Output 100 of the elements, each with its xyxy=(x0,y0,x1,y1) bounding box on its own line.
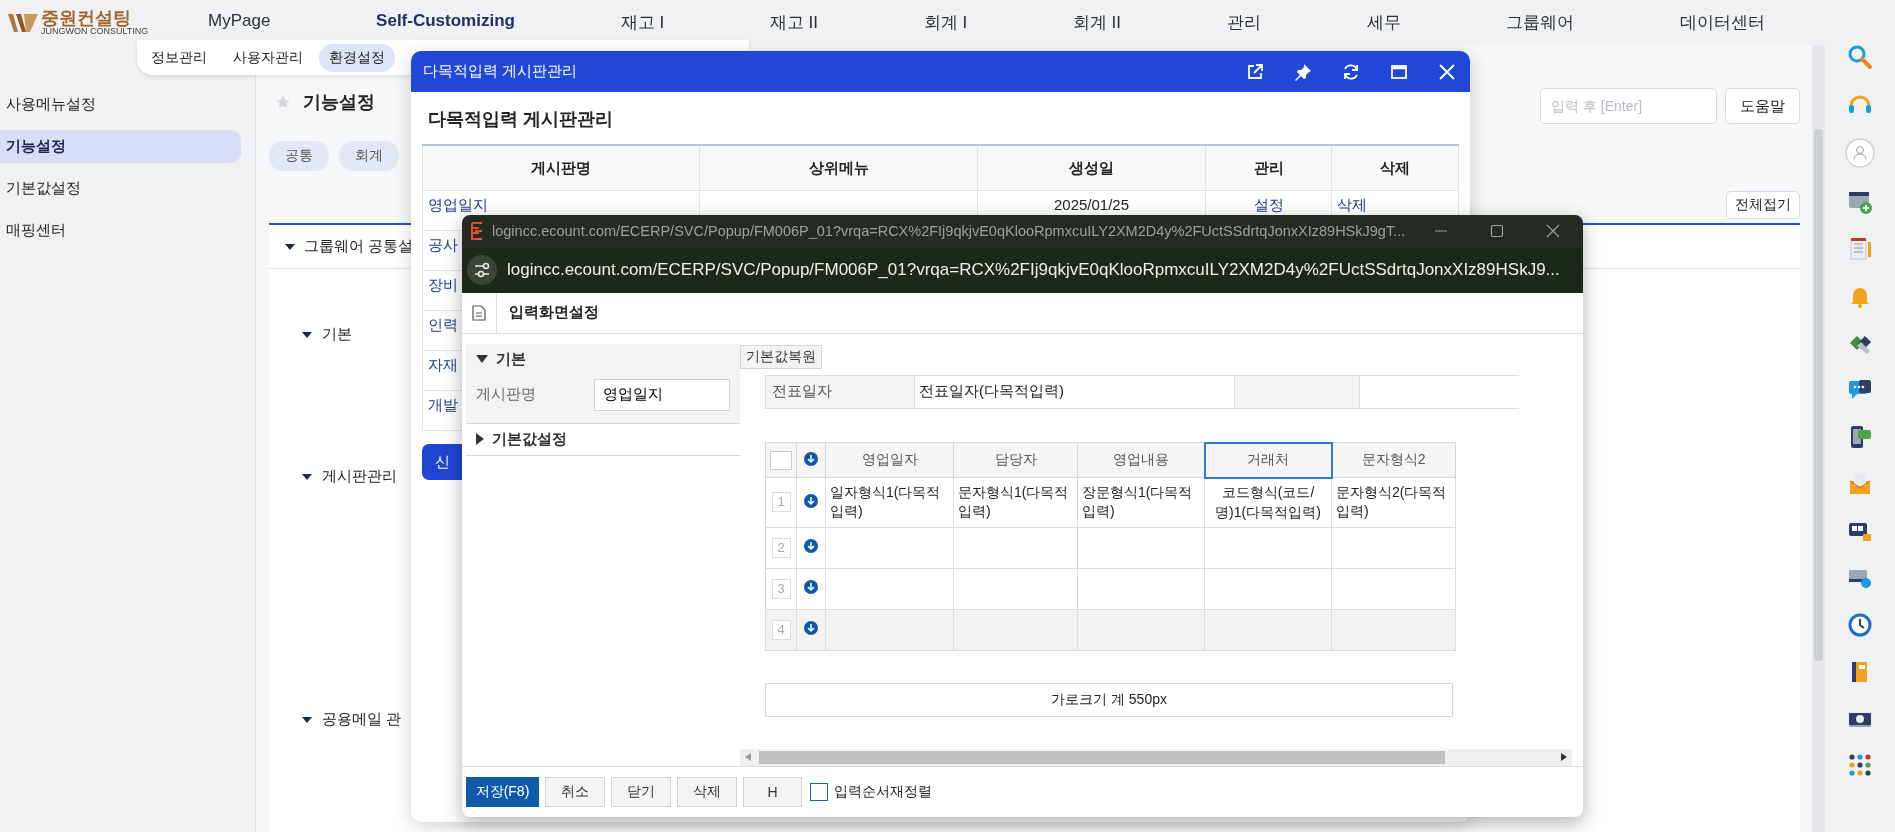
grid-cell: 문자형식1(다목적입력) xyxy=(958,483,1069,520)
board-name-link[interactable]: 개발 xyxy=(428,396,458,413)
section-toggle[interactable] xyxy=(285,242,295,251)
column-header: 생성일 xyxy=(977,145,1206,191)
column-header[interactable]: 영업일자 xyxy=(825,442,954,478)
down-arrow-icon[interactable] xyxy=(804,493,818,508)
section-title: 그룹웨어 공통설 xyxy=(304,237,414,256)
sidebar-item[interactable]: 매핑센터 xyxy=(0,214,241,247)
refresh-icon[interactable] xyxy=(1342,62,1360,81)
submenu-item[interactable]: 환경설정 xyxy=(319,43,395,72)
dialog-title: 다목적입력 게시판관리 xyxy=(423,62,578,81)
board-name-link[interactable]: 공사 xyxy=(428,236,458,253)
row-number: 2 xyxy=(771,537,791,558)
collapse-all-button[interactable]: 전체접기 xyxy=(1726,191,1800,219)
nav-item[interactable]: 세무 xyxy=(1366,11,1401,34)
board-name-link[interactable]: 영업일지 xyxy=(428,196,488,213)
column-header: 상위메뉴 xyxy=(699,145,978,191)
close-icon[interactable] xyxy=(1545,223,1561,240)
scrollbar[interactable] xyxy=(1812,45,1825,832)
nav-item[interactable]: 관리 xyxy=(1226,11,1261,34)
logo-icon xyxy=(8,11,38,34)
restore-defaults-button[interactable]: 기본값복원 xyxy=(740,344,822,369)
notepad-icon[interactable] xyxy=(1847,236,1873,262)
checkbox-label: 입력순서재정렬 xyxy=(834,782,932,801)
nav-item[interactable]: 재고 I xyxy=(620,11,665,34)
search-field[interactable]: 입력 후 [Enter] xyxy=(1540,88,1717,124)
popup-heading: 입력화면설정 xyxy=(508,303,599,323)
page-title: 기능설정 xyxy=(303,91,375,114)
nav-item[interactable]: 회계 I xyxy=(923,11,968,34)
apps-icon[interactable] xyxy=(1848,753,1872,777)
footer-button[interactable]: 닫기 xyxy=(611,776,671,807)
select-all-checkbox[interactable] xyxy=(770,450,792,470)
subsection-title: 공용메일 관 xyxy=(322,710,402,729)
scrollbar[interactable] xyxy=(740,748,1572,766)
submenu-item[interactable]: 정보관리 xyxy=(141,43,217,72)
board-name-link[interactable]: 자재 xyxy=(428,356,458,373)
down-arrow-icon[interactable] xyxy=(804,539,818,554)
external-link-icon[interactable] xyxy=(1246,62,1264,81)
settings-link[interactable]: 설정 xyxy=(1253,196,1284,213)
submenu-item[interactable]: 사용자관리 xyxy=(223,43,313,72)
category-tab[interactable]: 공통 xyxy=(269,141,329,171)
pin-icon[interactable] xyxy=(1294,62,1312,81)
row-number: 4 xyxy=(771,619,791,640)
grid-cell: 코드형식(코드/명)1(다목적입력) xyxy=(1215,484,1321,520)
window-title: logincc.ecount.com/ECERP/SVC/Popup/FM006P_01?vrqa=RCX%2FIj9qkjvE0qKlooRpmxcuILY2XM2D4y%2FUctSSdrtqJonxXIz89HSkJ9gT... xyxy=(492,223,1406,240)
sidebar-item[interactable]: 기본값설정 xyxy=(0,172,241,205)
logo-name: 중원컨설팅 xyxy=(41,9,131,27)
logo-tagline: JUNGWON CONSULTING xyxy=(41,27,149,36)
column-header[interactable]: 담당자 xyxy=(953,442,1078,478)
app-logo-icon xyxy=(470,222,484,241)
section-toggle[interactable] xyxy=(476,433,484,446)
star-icon[interactable] xyxy=(275,94,291,110)
nav-item[interactable]: 데이터센터 xyxy=(1679,11,1765,34)
board-name-link[interactable]: 장비 xyxy=(428,276,458,293)
field-label: 전표일자 xyxy=(765,375,914,408)
down-arrow-icon[interactable] xyxy=(804,451,818,466)
board-name-field[interactable]: 영업일지 xyxy=(594,378,730,411)
footer-button[interactable]: 저장(F8) xyxy=(466,776,539,807)
category-tab[interactable]: 회계 xyxy=(339,141,399,171)
board-name-link[interactable]: 인력 xyxy=(428,316,458,333)
subsection-toggle[interactable] xyxy=(302,330,312,339)
search-icon[interactable] xyxy=(1847,44,1873,70)
subsection-toggle[interactable] xyxy=(302,715,312,724)
footer-button[interactable]: 삭제 xyxy=(677,776,737,807)
section-title: 기본값설정 xyxy=(492,429,567,449)
subsection-toggle[interactable] xyxy=(302,472,312,481)
column-header[interactable]: 영업내용 xyxy=(1077,442,1205,478)
date-cell: 2025/01/25 xyxy=(1053,196,1130,213)
sidebar-item[interactable]: 기능설정 xyxy=(0,130,241,163)
help-button[interactable]: 도움말 xyxy=(1725,88,1800,124)
nav-item[interactable]: MyPage xyxy=(208,11,271,34)
maximize-icon[interactable] xyxy=(1390,62,1408,81)
column-header: 삭제 xyxy=(1331,145,1459,191)
close-icon[interactable] xyxy=(1438,62,1456,81)
site-settings-icon[interactable] xyxy=(467,255,497,286)
delete-link[interactable]: 삭제 xyxy=(1337,196,1367,213)
sidebar-item[interactable]: 사용메뉴설정 xyxy=(0,88,241,121)
clock-icon[interactable] xyxy=(1847,612,1873,638)
dialog-heading: 다목적입력 게시판관리 xyxy=(427,108,614,131)
row-number: 3 xyxy=(771,578,791,599)
column-header[interactable]: 문자형식2 xyxy=(1331,442,1456,478)
column-header[interactable]: 거래처 xyxy=(1204,442,1332,478)
down-arrow-icon[interactable] xyxy=(804,621,818,636)
nav-item[interactable]: 회계 II xyxy=(1072,11,1122,34)
nav-item[interactable]: 재고 II xyxy=(769,11,818,34)
maximize-icon[interactable] xyxy=(1489,223,1505,240)
document-icon xyxy=(472,304,486,321)
subsection-title: 기본 xyxy=(322,325,352,344)
grid-cell: 일자형식1(다목적입력) xyxy=(830,483,941,520)
footer-button[interactable]: 취소 xyxy=(545,776,605,807)
column-header: 관리 xyxy=(1205,145,1332,191)
footer-button[interactable]: H xyxy=(743,776,802,807)
nav-item[interactable]: 그룹웨어 xyxy=(1506,11,1575,34)
window-add-icon[interactable] xyxy=(1847,189,1873,215)
nav-item[interactable]: Self-Customizing xyxy=(376,11,515,34)
scroll-right-icon[interactable] xyxy=(1561,753,1567,762)
section-toggle[interactable] xyxy=(476,355,488,364)
reorder-checkbox[interactable] xyxy=(810,782,828,801)
grid-cell: 문자형식2(다목적입력) xyxy=(1336,483,1447,520)
down-arrow-icon[interactable] xyxy=(804,580,818,595)
